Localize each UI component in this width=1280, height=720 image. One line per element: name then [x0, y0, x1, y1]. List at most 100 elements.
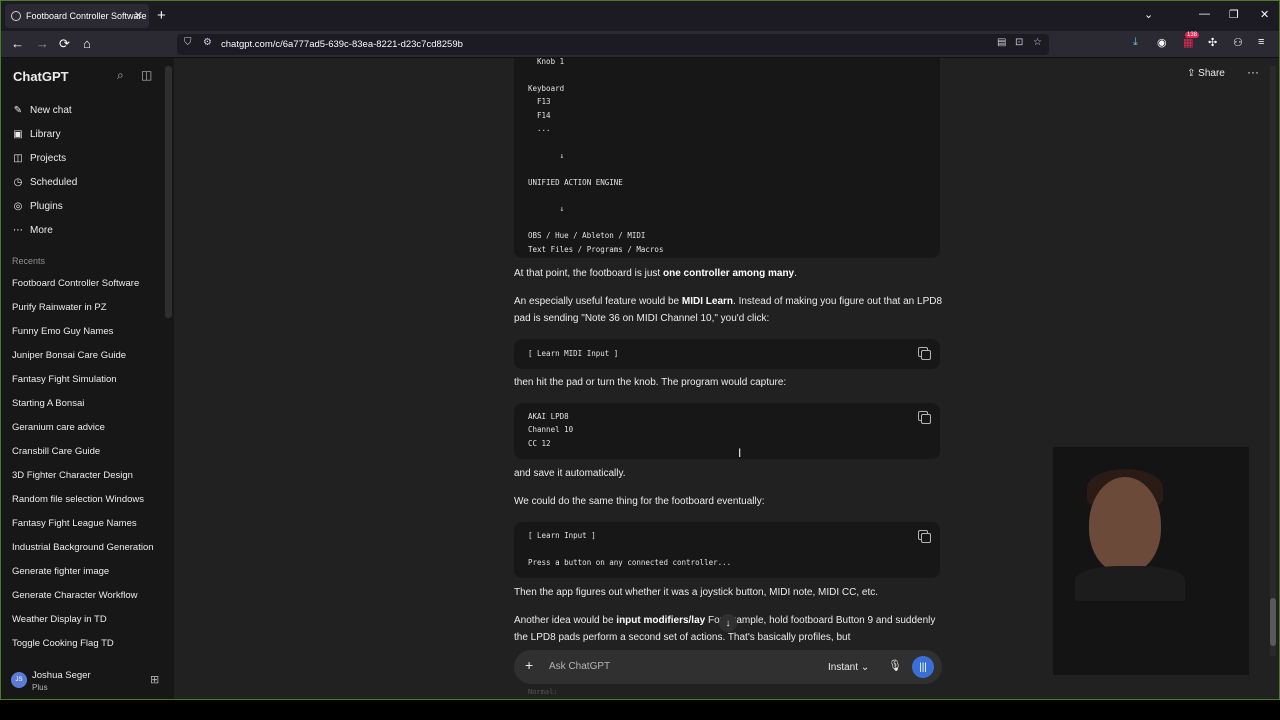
chatgpt-favicon-icon [11, 11, 21, 21]
sidebar-item-library[interactable]: ▣ Library [11, 124, 61, 144]
microphone-icon[interactable]: 🎙 [888, 659, 902, 672]
reader-view-icon[interactable]: ▤ [997, 37, 1006, 48]
bold-text: one controller among many [662, 268, 795, 279]
message-paragraph: An especially useful feature would be MI… [514, 293, 944, 327]
mode-label: Instant [828, 662, 859, 673]
chevron-down-icon: ⌄ [860, 662, 870, 673]
recent-chat-item[interactable]: Purify Rainwater in PZ [12, 302, 107, 313]
scroll-to-bottom-button[interactable]: ↓ [719, 614, 737, 632]
recent-chat-item[interactable]: Cransbill Care Guide [12, 446, 100, 457]
vpn-icon[interactable]: ⚇ [1233, 36, 1243, 49]
paragraph-text: At that point, the footboard is just [514, 268, 663, 279]
recents-heading[interactable]: Recents [12, 256, 45, 266]
list-tabs-icon[interactable]: ⌄ [1144, 8, 1153, 21]
code-block: Knob 1 Keyboard F13 F14 ... ↓ UNIFIED AC… [514, 58, 940, 258]
home-icon[interactable]: ⌂ [83, 36, 91, 51]
upgrade-gift-icon[interactable]: ⊞ [150, 673, 159, 686]
account-icon[interactable]: ◉ [1157, 36, 1167, 49]
browser-tab[interactable]: Footboard Controller Software ✕ [5, 4, 149, 28]
shield-icon[interactable]: ⛉ [184, 37, 192, 48]
paragraph-text: Another idea would be [514, 615, 617, 626]
app-menu-icon[interactable]: ≡ [1258, 36, 1264, 48]
prompt-input[interactable]: Ask ChatGPT [549, 661, 610, 672]
clock-icon: ◷ [13, 176, 23, 188]
recent-chat-item[interactable]: Fantasy Fight Simulation [12, 374, 117, 385]
recent-chat-item[interactable]: Industrial Background Generation [12, 542, 154, 553]
sidebar-scrollbar[interactable] [165, 66, 172, 318]
sidebar-toggle-icon[interactable]: ◫ [141, 68, 152, 82]
code-content[interactable]: Knob 1 Keyboard F13 F14 ... ↓ UNIFIED AC… [514, 58, 940, 256]
user-menu[interactable]: JS Joshua Seger Plus ⊞ [9, 667, 169, 695]
sidebar-item-label: New chat [30, 104, 72, 116]
sidebar-item-plugins[interactable]: ◎ Plugins [11, 196, 63, 216]
extensions-icon[interactable]: ✣ [1208, 36, 1217, 49]
bold-text: MIDI Learn [681, 296, 734, 307]
paragraph-text: An especially useful feature would be [514, 296, 682, 307]
sidebar-item-label: More [30, 224, 53, 236]
back-icon[interactable]: ← [11, 36, 24, 51]
sidebar-item-label: Projects [30, 152, 67, 164]
model-mode-selector[interactable]: Instant ⌄ [828, 662, 869, 673]
recent-chat-item[interactable]: Funny Emo Guy Names [12, 326, 113, 337]
recent-chat-item[interactable]: Toggle Cooking Flag TD [12, 638, 114, 649]
bold-text: input modifiers/lay [616, 615, 706, 626]
projects-icon: ◫ [13, 152, 23, 164]
address-bar[interactable]: ⛉ ⚙ chatgpt.com/c/6a777ad5-639c-83ea-822… [177, 34, 1049, 55]
forward-icon[interactable]: → [36, 36, 49, 51]
paragraph-text: . [794, 268, 797, 279]
copy-icon[interactable] [918, 347, 931, 360]
code-content[interactable]: [ Learn MIDI Input ] [514, 339, 940, 360]
sidebar-item-scheduled[interactable]: ◷ Scheduled [11, 172, 78, 192]
sidebar-item-more[interactable]: ⋯ More [11, 220, 53, 240]
share-button[interactable]: ⇪ Share [1187, 68, 1225, 79]
recent-chat-item[interactable]: Generate Character Workflow [12, 590, 138, 601]
downloads-icon[interactable]: ⤓ [1133, 36, 1138, 49]
recent-chat-item[interactable]: Geranium care advice [12, 422, 105, 433]
url-text[interactable]: chatgpt.com/c/6a777ad5-639c-83ea-8221-d2… [221, 39, 463, 50]
reload-icon[interactable]: ⟳ [59, 36, 70, 52]
new-chat-icon: ✎ [13, 104, 23, 116]
copy-icon[interactable] [918, 530, 931, 543]
recent-chat-item[interactable]: Starting A Bonsai [12, 398, 84, 409]
main-scrollbar-thumb[interactable] [1270, 598, 1276, 646]
message-paragraph: At that point, the footboard is just one… [514, 265, 944, 282]
message-paragraph: Then the app figures out whether it was … [514, 587, 879, 598]
webcam-person-body [1075, 566, 1185, 601]
chat-composer: + Ask ChatGPT Instant ⌄ 🎙 ||| [514, 650, 942, 684]
sidebar-item-label: Library [30, 128, 61, 140]
recent-chat-item[interactable]: 3D Fighter Character Design [12, 470, 133, 481]
user-plan: Plus [32, 683, 48, 692]
maximize-button[interactable]: ❐ [1229, 8, 1239, 21]
webcam-person-face [1089, 477, 1161, 573]
code-content[interactable]: AKAI LPD8 Channel 10 CC 12 [514, 403, 940, 450]
recent-chat-item[interactable]: Generate fighter image [12, 566, 109, 577]
site-info-icon[interactable]: ⚙ [203, 37, 212, 48]
library-icon: ▣ [13, 128, 23, 140]
copy-icon[interactable] [918, 411, 931, 424]
brand-title[interactable]: ChatGPT [13, 69, 69, 84]
screen-bottom-strip [0, 700, 1280, 720]
recent-chat-item[interactable]: Random file selection Windows [12, 494, 144, 505]
sidebar-item-new-chat[interactable]: ✎ New chat [11, 100, 72, 120]
screenshot-icon[interactable]: ⊡ [1015, 37, 1023, 48]
recent-chat-item[interactable]: Footboard Controller Software [12, 278, 139, 289]
conversation-menu-icon[interactable]: ··· [1247, 65, 1259, 79]
sidebar-item-projects[interactable]: ◫ Projects [11, 148, 66, 168]
code-content[interactable]: [ Learn Input ] Press a button on any co… [514, 522, 940, 569]
recent-chat-item[interactable]: Juniper Bonsai Care Guide [12, 350, 126, 361]
minimize-button[interactable]: — [1199, 8, 1210, 20]
search-icon[interactable]: ⌕ [117, 68, 124, 83]
recent-chat-item[interactable]: Weather Display in TD [12, 614, 107, 625]
close-window-button[interactable]: ✕ [1260, 8, 1269, 21]
add-attachment-icon[interactable]: + [525, 657, 533, 673]
main-scrollbar-track[interactable] [1270, 66, 1276, 656]
browser-window: Footboard Controller Software ✕ + ⌄ — ❐ … [0, 0, 1280, 700]
sidebar-item-label: Plugins [30, 200, 63, 212]
text-cursor-icon: I [738, 446, 742, 460]
new-tab-button[interactable]: + [157, 7, 166, 24]
code-block: AKAI LPD8 Channel 10 CC 12 [514, 403, 940, 459]
bookmark-star-icon[interactable]: ☆ [1033, 37, 1042, 48]
voice-mode-button[interactable]: ||| [912, 656, 934, 678]
tab-close-icon[interactable]: ✕ [134, 9, 143, 22]
recent-chat-item[interactable]: Fantasy Fight League Names [12, 518, 137, 529]
